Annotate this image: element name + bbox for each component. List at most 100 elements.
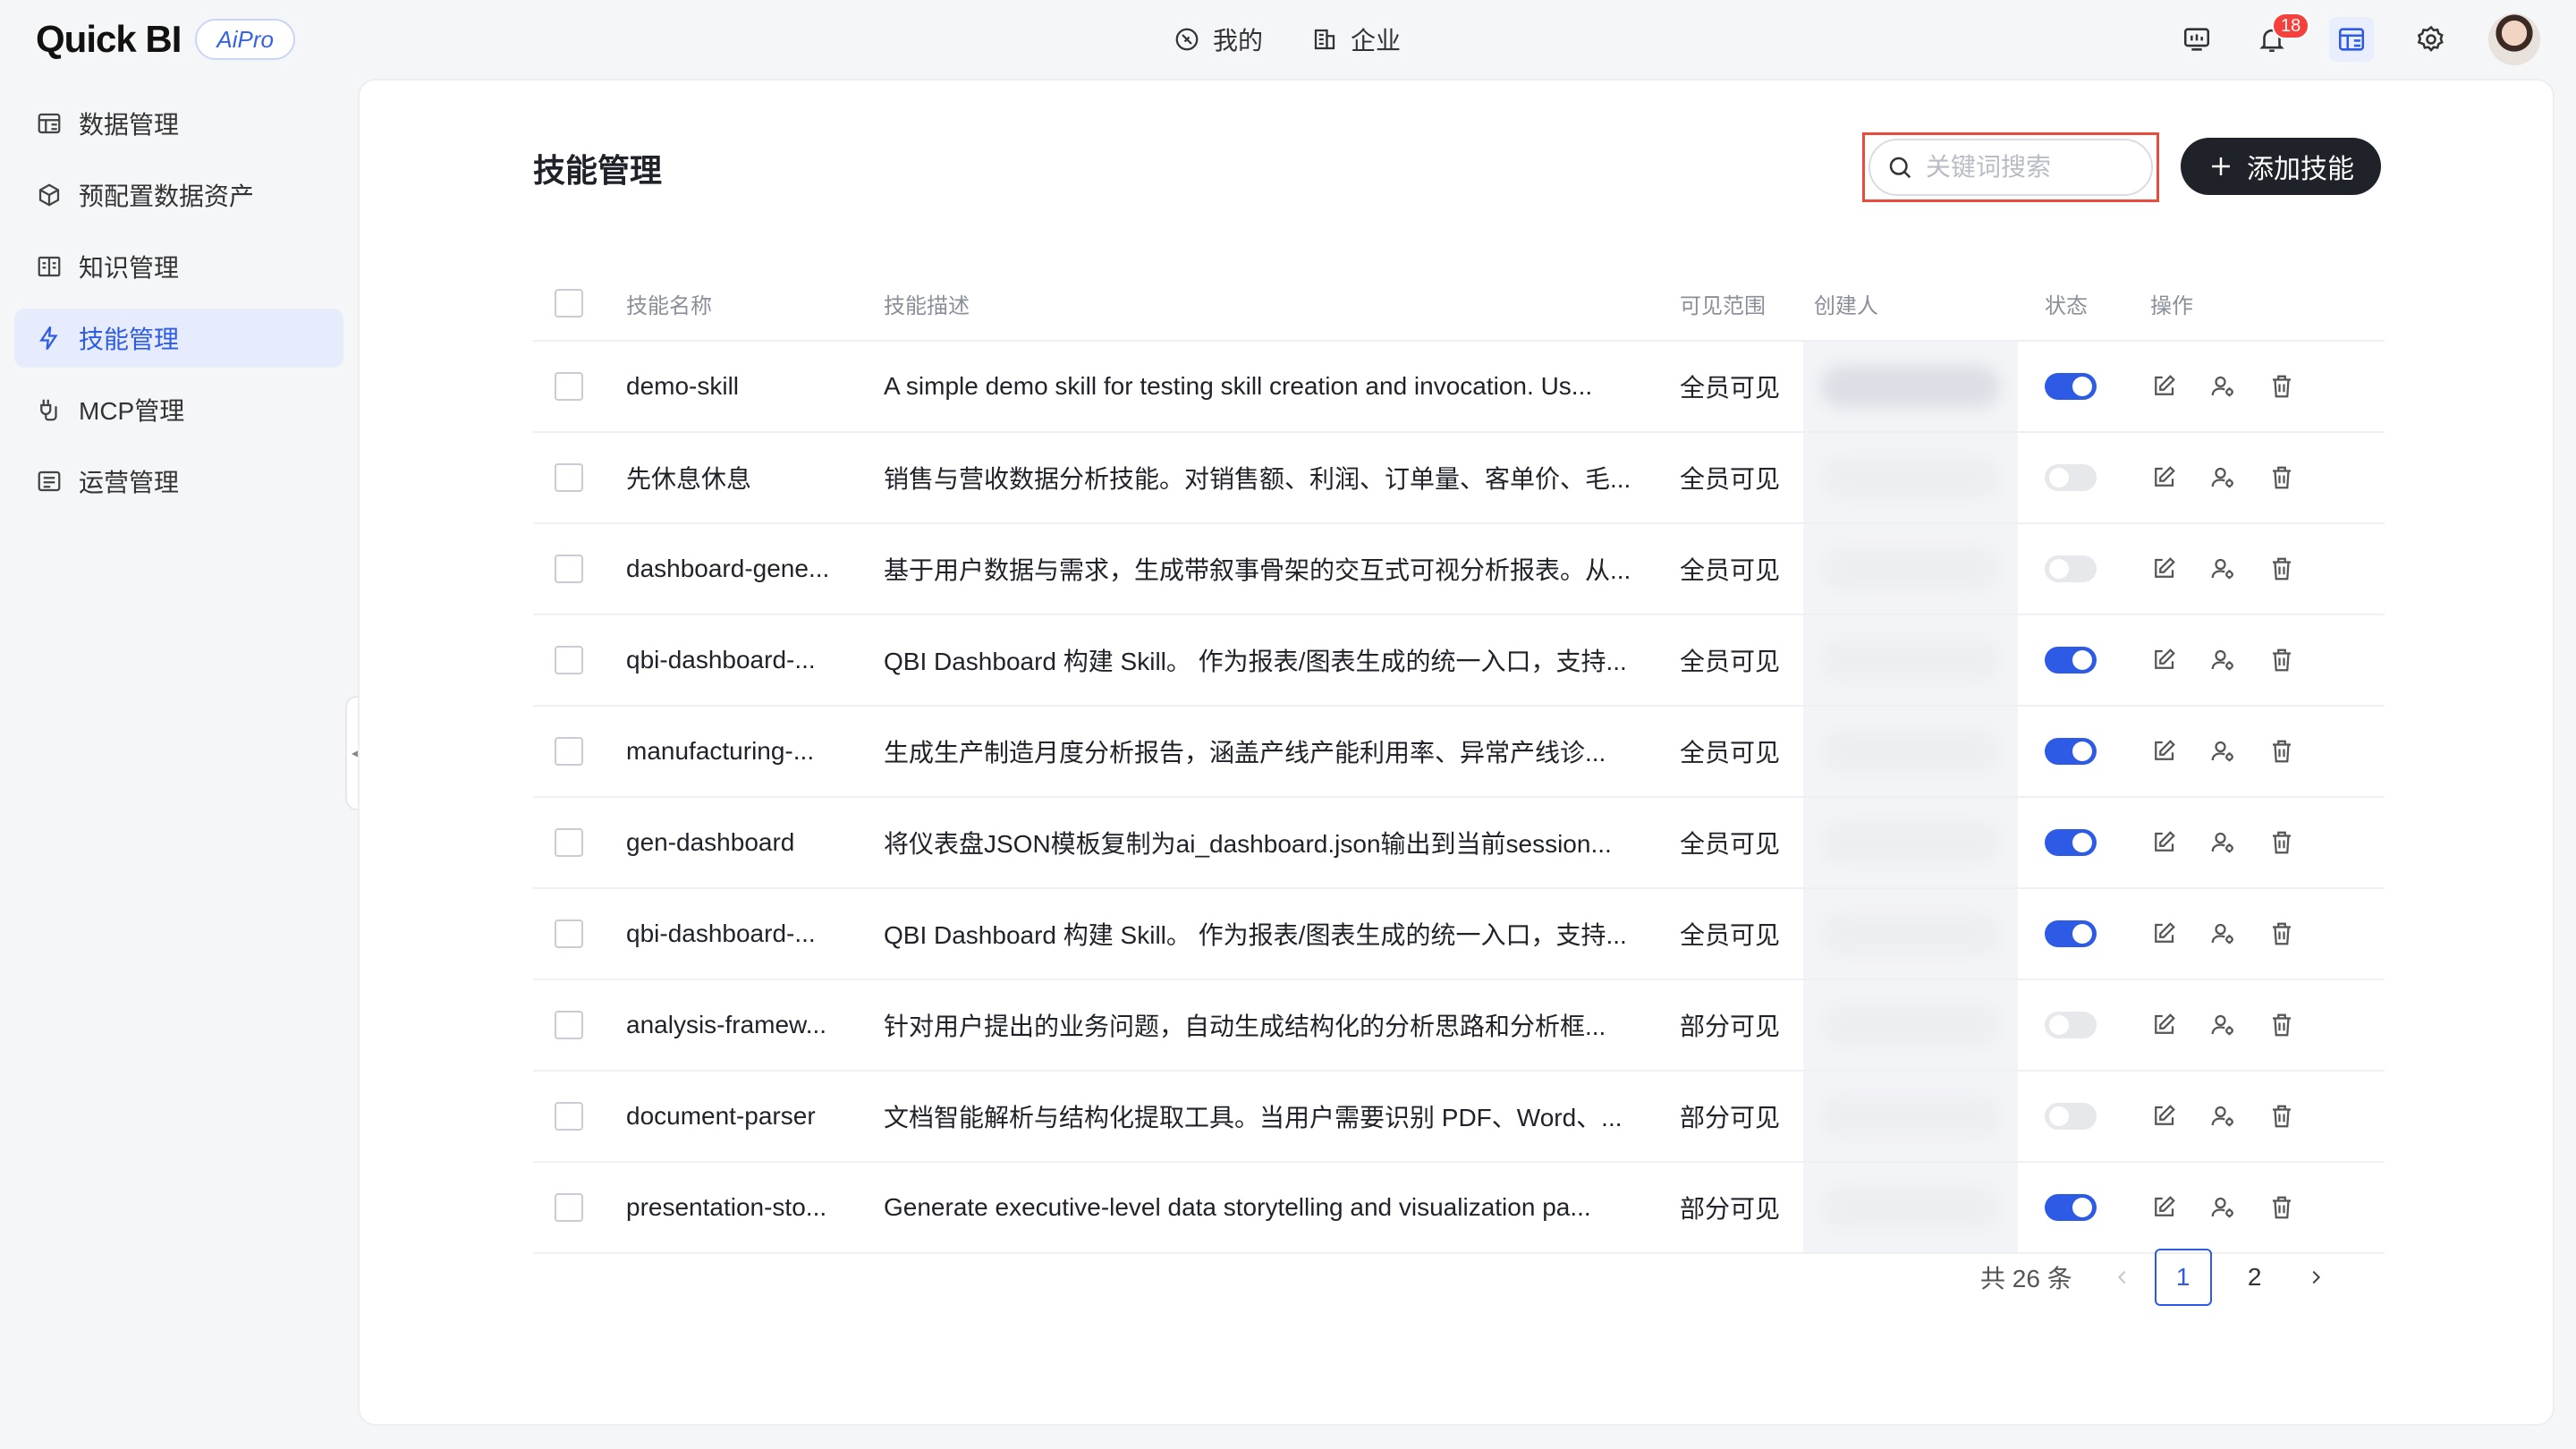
edit-icon[interactable] xyxy=(2150,920,2177,947)
status-toggle[interactable] xyxy=(2045,373,2097,400)
edit-icon[interactable] xyxy=(2150,829,2177,856)
edit-icon[interactable] xyxy=(2150,555,2177,582)
col-scope-header: 可见范围 xyxy=(1680,293,1766,318)
table-row[interactable]: analysis-framew... 针对用户提出的业务问题，自动生成结构化的分… xyxy=(533,980,2385,1072)
user-permission-icon[interactable] xyxy=(2209,464,2236,491)
table-row[interactable]: qbi-dashboard-... QBI Dashboard 构建 Skill… xyxy=(533,889,2385,980)
page-1-button[interactable]: 1 xyxy=(2154,1249,2212,1306)
status-toggle[interactable] xyxy=(2045,1103,2097,1130)
row-checkbox[interactable] xyxy=(555,737,583,766)
user-permission-icon[interactable] xyxy=(2209,373,2236,400)
trash-icon[interactable] xyxy=(2268,829,2295,856)
row-checkbox[interactable] xyxy=(555,646,583,674)
skill-name[interactable]: analysis-framew... xyxy=(626,1011,855,1039)
trash-icon[interactable] xyxy=(2268,1012,2295,1038)
edit-icon[interactable] xyxy=(2150,738,2177,765)
user-permission-icon[interactable] xyxy=(2209,1103,2236,1130)
edit-icon[interactable] xyxy=(2150,1194,2177,1221)
user-avatar[interactable] xyxy=(2488,13,2540,65)
sidebar-item-operations[interactable]: 运营管理 xyxy=(14,452,343,511)
table-row[interactable]: presentation-sto... Generate executive-l… xyxy=(533,1163,2385,1254)
edit-icon[interactable] xyxy=(2150,464,2177,491)
trash-icon[interactable] xyxy=(2268,373,2295,400)
table-row[interactable]: gen-dashboard 将仪表盘JSON模板复制为ai_dashboard.… xyxy=(533,798,2385,889)
status-toggle[interactable] xyxy=(2045,829,2097,856)
nav-mine[interactable]: 我的 xyxy=(1174,20,1263,59)
row-checkbox[interactable] xyxy=(555,1102,583,1131)
next-page-button[interactable] xyxy=(2291,1249,2341,1306)
app-logo[interactable]: Quick BI AiPro xyxy=(36,18,295,61)
status-toggle[interactable] xyxy=(2045,647,2097,674)
sidebar-item-label: 知识管理 xyxy=(79,254,180,282)
edit-icon[interactable] xyxy=(2150,1012,2177,1038)
page-2-button[interactable]: 2 xyxy=(2226,1249,2284,1306)
table-row[interactable]: dashboard-gene... 基于用户数据与需求，生成带叙事骨架的交互式可… xyxy=(533,524,2385,615)
settings-button[interactable] xyxy=(2413,21,2449,57)
row-checkbox[interactable] xyxy=(555,555,583,583)
skill-name[interactable]: gen-dashboard xyxy=(626,828,855,857)
status-toggle[interactable] xyxy=(2045,1194,2097,1221)
cube-icon xyxy=(38,183,60,207)
row-checkbox[interactable] xyxy=(555,919,583,948)
trash-icon[interactable] xyxy=(2268,555,2295,582)
status-toggle[interactable] xyxy=(2045,464,2097,491)
status-toggle[interactable] xyxy=(2045,738,2097,765)
table-row[interactable]: qbi-dashboard-... QBI Dashboard 构建 Skill… xyxy=(533,615,2385,707)
trash-icon[interactable] xyxy=(2268,1194,2295,1221)
skill-scope: 全员可见 xyxy=(1680,374,1781,402)
sidebar-item-knowledge[interactable]: 知识管理 xyxy=(14,237,343,296)
skill-name[interactable]: demo-skill xyxy=(626,372,855,401)
workspace-button[interactable] xyxy=(2329,17,2374,62)
edit-icon[interactable] xyxy=(2150,1103,2177,1130)
screen-button[interactable] xyxy=(2179,21,2215,57)
trash-icon[interactable] xyxy=(2268,1103,2295,1130)
skill-name[interactable]: manufacturing-... xyxy=(626,737,855,766)
sidebar-item-label: 预配置数据资产 xyxy=(79,182,255,210)
sidebar-item-skills[interactable]: 技能管理 xyxy=(14,309,343,368)
search-input[interactable] xyxy=(1926,153,2131,182)
search-box[interactable] xyxy=(1868,139,2153,196)
row-checkbox[interactable] xyxy=(555,828,583,857)
table-row[interactable]: demo-skill A simple demo skill for testi… xyxy=(533,342,2385,433)
skill-description: Generate executive-level data storytelli… xyxy=(884,1193,1591,1221)
select-all-checkbox[interactable] xyxy=(555,289,583,318)
skill-name[interactable]: 先休息休息 xyxy=(626,460,855,496)
trash-icon[interactable] xyxy=(2268,920,2295,947)
table-row[interactable]: 先休息休息 销售与营收数据分析技能。对销售额、利润、订单量、客单价、毛... 全… xyxy=(533,433,2385,524)
sidebar-item-mcp[interactable]: MCP管理 xyxy=(14,380,343,439)
trash-icon[interactable] xyxy=(2268,464,2295,491)
add-skill-button[interactable]: 添加技能 xyxy=(2181,138,2381,195)
edit-icon[interactable] xyxy=(2150,373,2177,400)
creator-blurred xyxy=(1821,456,2000,499)
edit-icon[interactable] xyxy=(2150,647,2177,674)
prev-page-button[interactable] xyxy=(2097,1249,2148,1306)
user-permission-icon[interactable] xyxy=(2209,920,2236,947)
sidebar-item-data[interactable]: 数据管理 xyxy=(14,94,343,153)
row-checkbox[interactable] xyxy=(555,1193,583,1222)
skill-name[interactable]: qbi-dashboard-... xyxy=(626,919,855,948)
row-checkbox[interactable] xyxy=(555,372,583,401)
nav-enterprise[interactable]: 企业 xyxy=(1311,20,1401,59)
notification-button[interactable]: 18 xyxy=(2254,13,2310,57)
status-toggle[interactable] xyxy=(2045,920,2097,947)
skill-name[interactable]: qbi-dashboard-... xyxy=(626,646,855,674)
user-permission-icon[interactable] xyxy=(2209,647,2236,674)
status-toggle[interactable] xyxy=(2045,555,2097,582)
sidebar-item-preset-assets[interactable]: 预配置数据资产 xyxy=(14,165,343,225)
row-checkbox[interactable] xyxy=(555,1011,583,1039)
trash-icon[interactable] xyxy=(2268,647,2295,674)
col-status-header: 状态 xyxy=(2045,293,2088,318)
table-row[interactable]: manufacturing-... 生成生产制造月度分析报告，涵盖产线产能利用率… xyxy=(533,707,2385,798)
table-row[interactable]: document-parser 文档智能解析与结构化提取工具。当用户需要识别 P… xyxy=(533,1072,2385,1163)
trash-icon[interactable] xyxy=(2268,738,2295,765)
user-permission-icon[interactable] xyxy=(2209,829,2236,856)
user-permission-icon[interactable] xyxy=(2209,1012,2236,1038)
row-checkbox[interactable] xyxy=(555,463,583,492)
status-toggle[interactable] xyxy=(2045,1012,2097,1038)
user-permission-icon[interactable] xyxy=(2209,738,2236,765)
skill-name[interactable]: dashboard-gene... xyxy=(626,555,855,583)
user-permission-icon[interactable] xyxy=(2209,1194,2236,1221)
skill-name[interactable]: presentation-sto... xyxy=(626,1193,855,1222)
user-permission-icon[interactable] xyxy=(2209,555,2236,582)
skill-name[interactable]: document-parser xyxy=(626,1102,855,1131)
